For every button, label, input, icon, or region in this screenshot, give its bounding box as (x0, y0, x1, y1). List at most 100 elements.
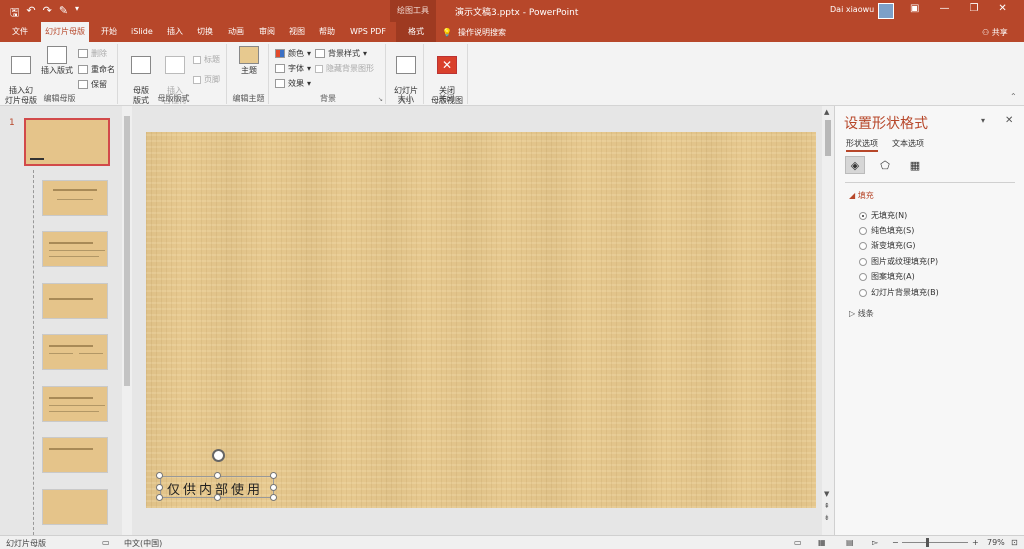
dialog-launcher-icon[interactable]: ↘ (378, 96, 383, 103)
resize-handle[interactable] (270, 494, 277, 501)
tab-file[interactable]: 文件 (8, 22, 32, 42)
reading-view-icon[interactable]: ▤ (846, 538, 854, 547)
delete-button[interactable]: 删除 (78, 48, 107, 59)
fonts-button[interactable]: 字体 ▾ (275, 63, 311, 74)
rename-button[interactable]: 重命名 (78, 64, 115, 75)
layout-thumbnail[interactable] (42, 334, 108, 370)
zoom-slider[interactable] (902, 542, 968, 543)
tab-text-options[interactable]: 文本选项 (892, 138, 924, 152)
zoom-out-icon[interactable]: − (892, 538, 899, 547)
fill-option-pattern[interactable]: 图案填充(A) (859, 271, 915, 282)
background-styles-button[interactable]: 背景样式 ▾ (315, 48, 367, 59)
undo-icon[interactable]: ↶ (26, 4, 35, 23)
thumb-title-line (49, 242, 93, 244)
thumbnail-scrollbar[interactable] (122, 106, 132, 535)
layout-thumbnail[interactable] (42, 386, 108, 422)
layout-thumbnail[interactable] (42, 283, 108, 319)
preserve-button[interactable]: 保留 (78, 79, 107, 90)
resize-handle[interactable] (214, 472, 221, 479)
spelling-icon[interactable]: ▭ (102, 538, 110, 547)
radio-pattern-fill[interactable] (859, 272, 867, 281)
slide-sorter-icon[interactable]: ▦ (818, 538, 826, 547)
pane-close-icon[interactable]: ✕ (1005, 115, 1013, 126)
size-properties-icon[interactable]: ▦ (905, 156, 925, 174)
layout-thumbnail[interactable] (42, 437, 108, 473)
thumbnail-scroll-thumb[interactable] (124, 116, 130, 386)
zoom-level[interactable]: 79% (987, 538, 1005, 547)
avatar[interactable] (878, 3, 894, 19)
title-checkbox[interactable]: 标题 (193, 54, 220, 65)
hide-background-graphics-checkbox[interactable]: 隐藏背景图形 (315, 63, 374, 74)
colors-button[interactable]: 颜色 ▾ (275, 48, 311, 59)
fill-option-no-fill[interactable]: 无填充(N) (859, 210, 907, 221)
tab-animations[interactable]: 动画 (224, 22, 248, 42)
fill-line-icon[interactable]: ◈ (845, 156, 865, 174)
tab-shape-options[interactable]: 形状选项 (846, 138, 878, 152)
tab-review[interactable]: 审阅 (255, 22, 279, 42)
master-thumbnail[interactable] (24, 118, 110, 166)
fill-option-solid[interactable]: 纯色填充(S) (859, 225, 914, 236)
fill-section-header[interactable]: ◢ 填充 (849, 190, 874, 201)
effects-button[interactable]: 效果 ▾ (275, 78, 311, 89)
close-icon[interactable]: ✕ (998, 3, 1006, 14)
fill-option-picture-texture[interactable]: 图片或纹理填充(P) (859, 256, 938, 267)
resize-handle[interactable] (156, 494, 163, 501)
user-name[interactable]: Dai xiaowu (830, 5, 874, 14)
radio-slide-bg-fill[interactable] (859, 288, 867, 297)
radio-gradient-fill[interactable] (859, 241, 867, 250)
tab-format[interactable]: 格式 (396, 22, 436, 42)
save-icon[interactable]: 🖫 (10, 4, 19, 23)
layout-thumbnail[interactable] (42, 231, 108, 267)
normal-view-icon[interactable]: ▭ (794, 538, 802, 547)
insert-layout-button[interactable]: 插入版式 (40, 46, 74, 76)
scroll-up-icon[interactable]: ▲ (824, 108, 829, 116)
customize-qat-icon[interactable]: ▾ (75, 4, 79, 23)
effects-pentagon-icon[interactable]: ⬠ (875, 156, 895, 174)
resize-handle[interactable] (270, 484, 277, 491)
fill-option-slide-background[interactable]: 幻灯片背景填充(B) (859, 287, 939, 298)
radio-solid-fill[interactable] (859, 226, 867, 235)
radio-picture-fill[interactable] (859, 257, 867, 266)
redo-icon[interactable]: ↷ (43, 4, 52, 23)
ribbon-display-options-icon[interactable]: ▣ (910, 3, 919, 14)
language[interactable]: 中文(中国) (124, 538, 162, 549)
rotate-handle-icon[interactable] (212, 449, 225, 462)
zoom-slider-knob[interactable] (926, 538, 929, 547)
footer-checkbox[interactable]: 页脚 (193, 74, 220, 85)
tab-home[interactable]: 开始 (97, 22, 121, 42)
tab-insert[interactable]: 插入 (163, 22, 187, 42)
slideshow-icon[interactable]: ▻ (872, 538, 878, 547)
fit-to-window-icon[interactable]: ⊡ (1011, 538, 1018, 547)
restore-icon[interactable]: ❐ (969, 3, 978, 14)
tab-view[interactable]: 视图 (285, 22, 309, 42)
scroll-down-icon[interactable]: ▼ (824, 490, 829, 498)
zoom-in-icon[interactable]: + (972, 538, 979, 547)
share-button[interactable]: ⚇ 共享 (982, 27, 1008, 38)
minimize-icon[interactable]: — (939, 3, 949, 14)
tab-transitions[interactable]: 切换 (193, 22, 217, 42)
tab-wps-pdf[interactable]: WPS PDF (346, 22, 390, 42)
layout-thumbnail[interactable] (42, 180, 108, 216)
slide-scroll-thumb[interactable] (825, 120, 831, 156)
resize-handle[interactable] (270, 472, 277, 479)
thumb-text-line (57, 199, 93, 200)
radio-no-fill[interactable] (859, 211, 867, 220)
collapse-ribbon-icon[interactable]: ⌃ (1010, 92, 1017, 101)
tab-help[interactable]: 帮助 (315, 22, 339, 42)
slide-master-canvas[interactable] (146, 132, 816, 508)
slide-scrollbar[interactable]: ▲ ▼ ⇞ ⇟ (822, 106, 834, 535)
tab-slide-master[interactable]: 幻灯片母版 (41, 22, 89, 42)
themes-button[interactable]: 主题 (235, 46, 263, 76)
pane-options-icon[interactable]: ▾ (981, 116, 985, 125)
format-painter-icon[interactable]: ✎ (59, 4, 68, 23)
tab-islide[interactable]: iSlide (127, 22, 157, 42)
resize-handle[interactable] (156, 484, 163, 491)
tell-me-search[interactable]: 💡 操作说明搜索 (442, 27, 506, 38)
fill-option-gradient[interactable]: 渐变填充(G) (859, 240, 915, 251)
next-slide-icon[interactable]: ⇟ (824, 514, 830, 522)
previous-slide-icon[interactable]: ⇞ (824, 502, 830, 510)
resize-handle[interactable] (214, 494, 221, 501)
layout-thumbnail[interactable] (42, 489, 108, 525)
line-section-header[interactable]: ▷ 线条 (849, 308, 874, 319)
resize-handle[interactable] (156, 472, 163, 479)
